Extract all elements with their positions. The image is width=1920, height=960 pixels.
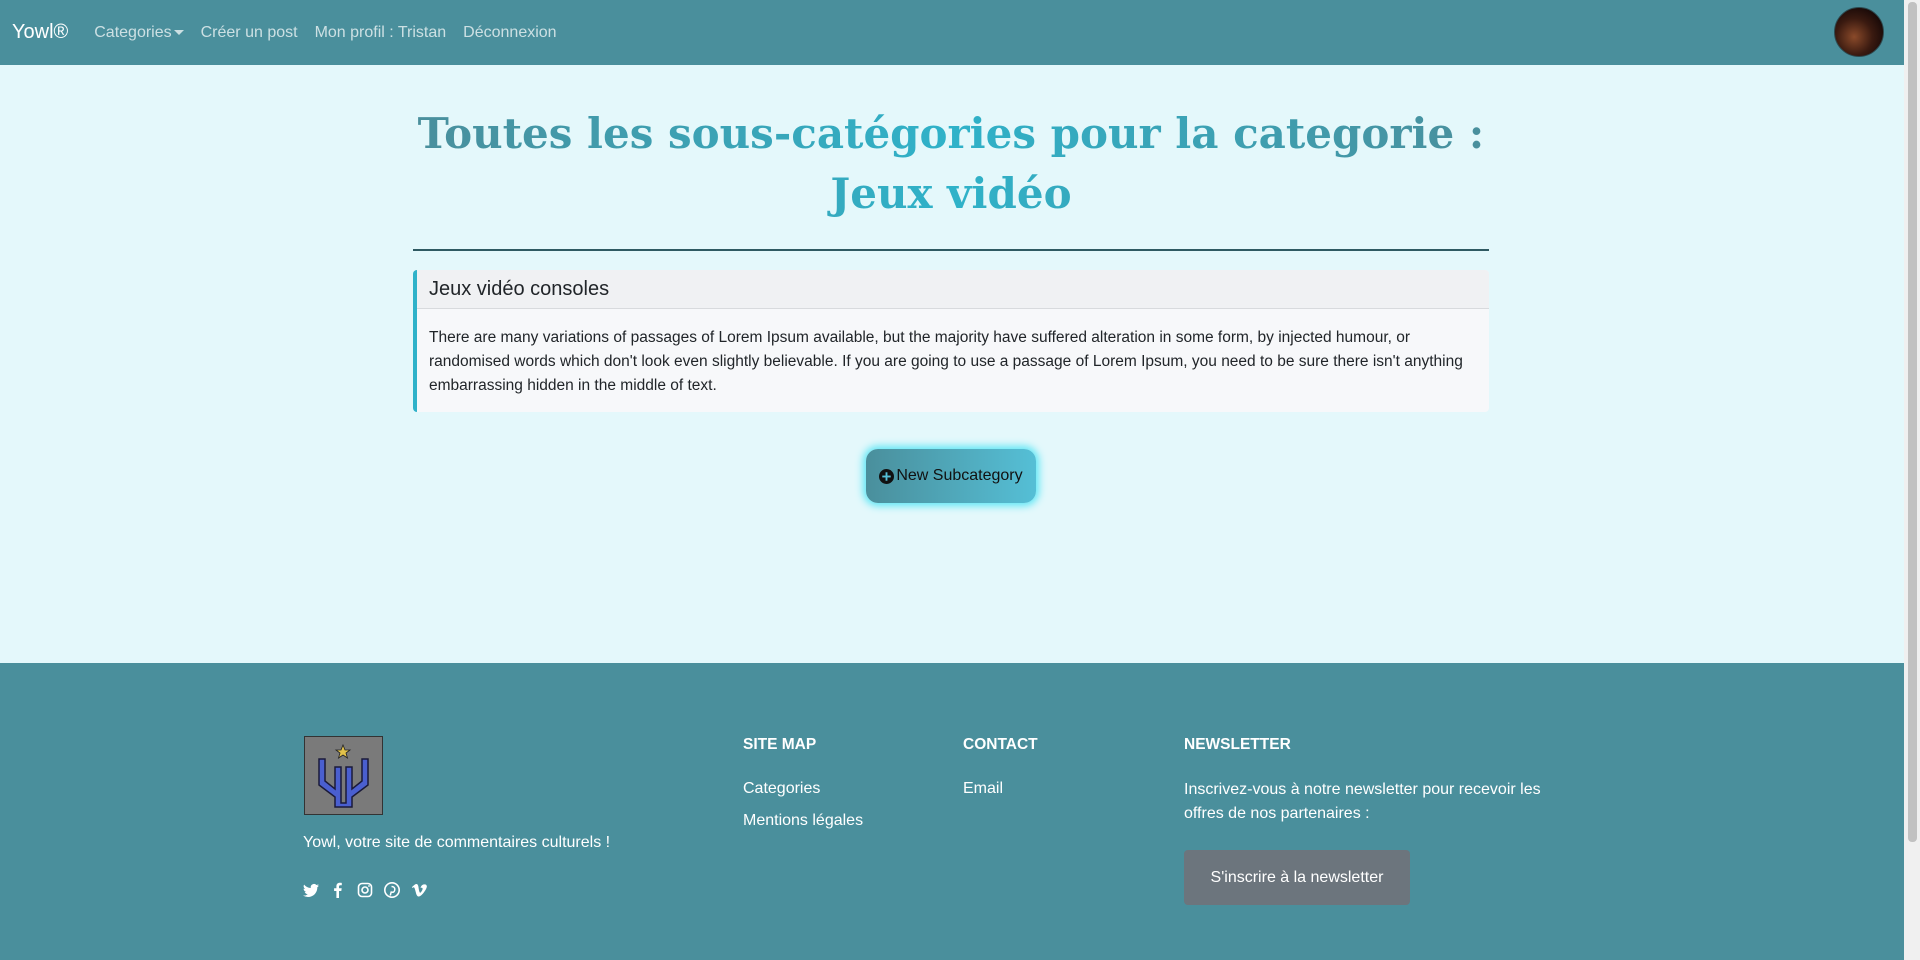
footer-link-email[interactable]: Email [963,780,1003,798]
footer-tagline: Yowl, votre site de commentaires culture… [303,834,611,851]
nav-create-post[interactable]: Créer un post [201,24,298,42]
top-navbar: Yowl® Categories Créer un post Mon profi… [0,0,1904,65]
nav-categories-label: Categories [94,23,172,41]
page-title: Toutes les sous-catégories pour la categ… [413,104,1489,224]
plus-circle-icon [879,468,895,484]
newsletter-heading: NEWSLETTER [1184,736,1291,753]
pinterest-icon[interactable] [384,882,400,898]
title-divider [413,249,1489,251]
subcategory-card[interactable]: Jeux vidéo consoles There are many varia… [413,270,1489,412]
brand-logo[interactable]: Yowl® [12,21,68,44]
new-subcategory-button[interactable]: New Subcategory [866,449,1036,503]
instagram-icon[interactable] [357,882,373,898]
vimeo-icon[interactable] [411,882,427,898]
contact-heading: CONTACT [963,736,1038,753]
twitter-icon[interactable] [303,882,319,898]
yowl-logo-icon [318,743,369,808]
page-scrollbar[interactable] [1904,0,1920,960]
subcategory-title[interactable]: Jeux vidéo consoles [417,270,1489,309]
user-avatar[interactable] [1834,7,1884,57]
social-links [303,882,438,898]
scrollbar-thumb[interactable] [1908,2,1917,842]
caret-down-icon [173,29,184,35]
footer-link-mentions-legales[interactable]: Mentions légales [743,812,863,830]
footer-link-categories[interactable]: Categories [743,780,820,798]
newsletter-text: Inscrivez-vous à notre newsletter pour r… [1184,781,1541,822]
nav-profile[interactable]: Mon profil : Tristan [315,24,447,42]
subcategory-description: There are many variations of passages of… [429,329,1463,394]
facebook-icon[interactable] [330,882,346,898]
footer-logo [304,736,383,815]
site-footer: Yowl, votre site de commentaires culture… [0,663,1904,960]
new-subcategory-label: New Subcategory [896,467,1023,484]
nav-logout[interactable]: Déconnexion [463,24,556,42]
sitemap-heading: SITE MAP [743,736,817,753]
newsletter-subscribe-button[interactable]: S'inscrire à la newsletter [1184,850,1410,905]
nav-categories-dropdown[interactable]: Categories [94,23,184,42]
